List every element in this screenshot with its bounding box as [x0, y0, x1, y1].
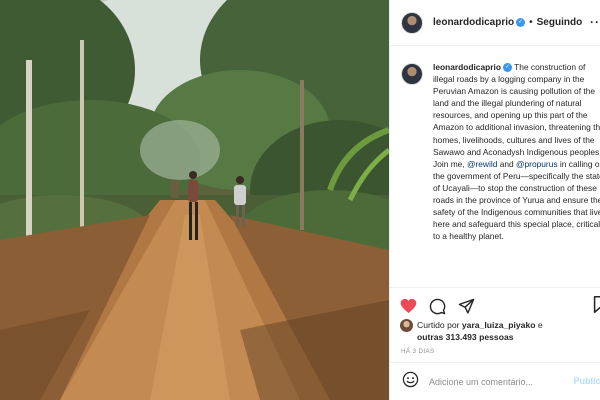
bookmark-icon[interactable] [593, 296, 600, 318]
liked-by-prefix: Curtido por [417, 320, 460, 330]
publish-button[interactable]: Publicar [573, 376, 600, 386]
caption-text: leonardodicaprio ✓ The construction of il… [433, 61, 600, 242]
comment-icon[interactable] [429, 298, 446, 315]
liked-by-joiner: e [537, 320, 543, 330]
caption-and: and [499, 158, 514, 169]
post-timestamp[interactable]: HÁ 3 DIAS [401, 348, 435, 355]
caption-body-1: The construction of illegal roads by a l… [433, 62, 600, 169]
author-avatar[interactable] [401, 11, 423, 34]
follow-separator: • [529, 17, 533, 28]
verified-badge-icon: ✓ [502, 63, 512, 73]
post-photo[interactable] [0, 0, 389, 400]
post-header: leonardodicaprio✓ • Seguindo ··· [390, 0, 600, 46]
following-button[interactable]: Seguindo [537, 17, 583, 28]
author-username[interactable]: leonardodicaprio ✓ [433, 17, 526, 28]
mention-propurus[interactable]: @propurus [516, 159, 558, 169]
emoji-icon[interactable] [402, 371, 419, 393]
caption-area: leonardodicaprio ✓ The construction of il… [390, 47, 600, 287]
mention-rewild[interactable]: @rewild [467, 159, 497, 169]
liked-by-others[interactable]: outras 313.493 pessoas [417, 332, 514, 342]
more-options-icon[interactable]: ··· [590, 15, 600, 29]
heart-filled-icon[interactable] [400, 298, 417, 314]
liked-by-user[interactable]: yara_luiza_piyako [462, 320, 536, 330]
post-detail-panel: leonardodicaprio✓ • Seguindo ··· leonard… [389, 0, 600, 400]
liked-by: Curtido por yara_luiza_piyako e outras 3… [400, 319, 543, 343]
caption-body-2: in calling on the government of Peru—spe… [433, 158, 600, 242]
caption-author-avatar[interactable] [401, 63, 423, 85]
verified-badge-icon: ✓ [516, 17, 526, 27]
comment-input[interactable]: Adicione um comentário... [429, 377, 533, 387]
share-icon[interactable] [458, 298, 475, 315]
caption-username[interactable]: leonardodicaprio [433, 62, 501, 72]
comment-bar: Adicione um comentário... Publicar [390, 362, 600, 400]
forest-road-image [0, 0, 389, 400]
post-actions: Curtido por yara_luiza_piyako e outras 3… [390, 287, 600, 357]
liker-avatar[interactable] [400, 319, 413, 332]
